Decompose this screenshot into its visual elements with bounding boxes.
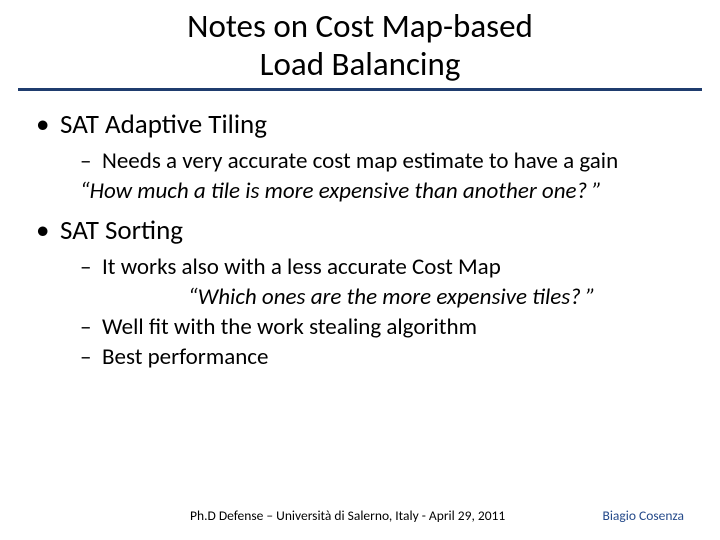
quote-tile-cost: “How much a tile is more expensive than … — [28, 177, 692, 205]
subbullet-text: Needs a very accurate cost map estimate … — [102, 147, 618, 175]
slide-body: SAT Adaptive Tiling Needs a very accurat… — [0, 109, 720, 371]
subbullet-text: Well fit with the work stealing algorith… — [102, 313, 477, 341]
bullet-text: SAT Adaptive Tiling — [60, 108, 267, 141]
subbullet-work-stealing: Well fit with the work stealing algorith… — [28, 313, 692, 341]
bullet-sat-adaptive-tiling: SAT Adaptive Tiling — [28, 109, 692, 141]
subbullet-best-performance: Best performance — [28, 343, 692, 371]
quote-text: “Which ones are the more expensive tiles… — [188, 283, 596, 311]
bullet-sat-sorting: SAT Sorting — [28, 215, 692, 247]
footer-left: Ph.D Defense – Università di Salerno, It… — [190, 507, 505, 524]
subbullet-less-accurate-cost-map: It works also with a less accurate Cost … — [28, 253, 692, 281]
bullet-text: SAT Sorting — [60, 214, 183, 247]
title-line-1: Notes on Cost Map-based — [187, 6, 533, 46]
quote-text: “How much a tile is more expensive than … — [80, 177, 602, 205]
title-line-2: Load Balancing — [260, 44, 461, 84]
subbullet-accurate-cost-map: Needs a very accurate cost map estimate … — [28, 147, 692, 175]
subbullet-text: It works also with a less accurate Cost … — [102, 253, 501, 281]
subbullet-text: Best performance — [102, 343, 268, 371]
slide: Notes on Cost Map-based Load Balancing S… — [0, 0, 720, 540]
slide-title: Notes on Cost Map-based Load Balancing — [0, 0, 720, 84]
title-underline — [18, 88, 702, 91]
footer-right: Biagio Cosenza — [602, 507, 684, 524]
quote-expensive-tiles: “Which ones are the more expensive tiles… — [28, 283, 692, 311]
